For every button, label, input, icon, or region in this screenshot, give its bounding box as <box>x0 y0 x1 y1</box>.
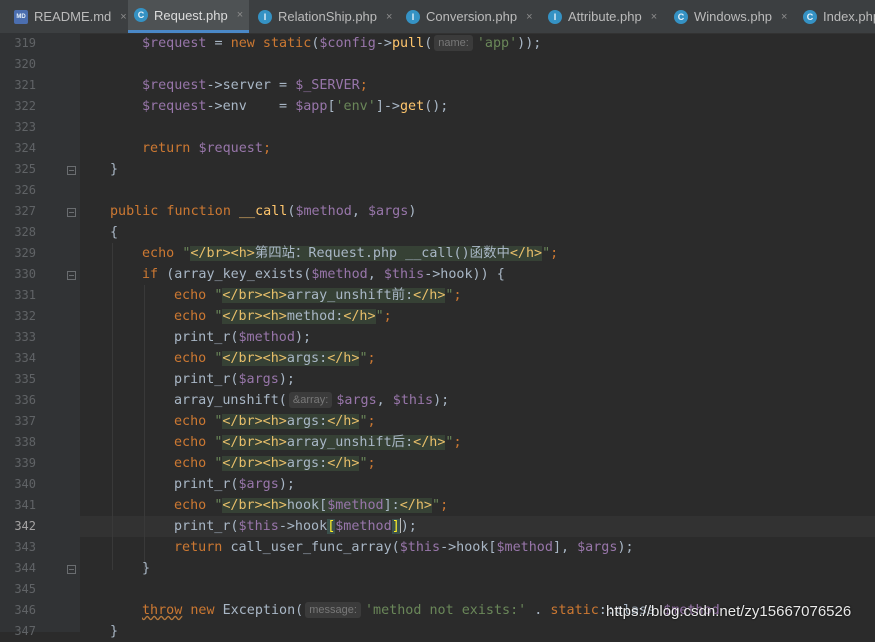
line-number: 343 <box>14 540 36 554</box>
close-icon[interactable]: × <box>237 9 243 21</box>
code-line-329[interactable]: echo "</br><h>第四站：Request.php __call()函数… <box>142 243 558 264</box>
line-number: 319 <box>14 36 36 50</box>
tab-relationship-php[interactable]: I RelationShip.php × <box>252 0 398 33</box>
fold-toggle-icon[interactable] <box>67 565 76 574</box>
matched-bracket: ] <box>391 519 400 534</box>
line-number: 333 <box>14 330 36 344</box>
code-line-333[interactable]: print_r($method); <box>174 327 311 348</box>
close-icon[interactable]: × <box>651 11 657 23</box>
close-icon[interactable]: × <box>120 11 126 23</box>
code-line-342[interactable]: print_r($this->hook[$method]); <box>174 516 417 537</box>
interface-file-icon: I <box>548 9 562 24</box>
tab-index-php[interactable]: C Index.php <box>797 0 875 33</box>
line-number: 324 <box>14 141 36 155</box>
interface-file-icon: I <box>258 9 272 24</box>
tab-attribute-php[interactable]: I Attribute.php × <box>542 0 663 33</box>
tab-label: README.md <box>34 9 112 24</box>
tab-label: Index.php <box>823 9 875 24</box>
class-file-icon: C <box>134 8 148 22</box>
line-number: 342 <box>14 519 36 533</box>
line-number: 344 <box>14 561 36 575</box>
class-file-icon: C <box>803 9 817 24</box>
code-line-340[interactable]: print_r($args); <box>174 474 295 495</box>
line-number: 331 <box>14 288 36 302</box>
tab-windows-php[interactable]: C Windows.php × <box>668 0 793 33</box>
line-number: 326 <box>14 183 36 197</box>
code-line-337[interactable]: echo "</br><h>args:</h>"; <box>174 411 376 432</box>
tab-label: Conversion.php <box>426 9 518 24</box>
code-line-327[interactable]: public function __call($method, $args) <box>110 201 416 222</box>
code-line-336[interactable]: array_unshift(&array: $args, $this); <box>174 390 449 411</box>
line-number: 330 <box>14 267 36 281</box>
tab-request-php[interactable]: C Request.php × <box>128 0 250 33</box>
line-number: 329 <box>14 246 36 260</box>
code-line-339[interactable]: echo "</br><h>args:</h>"; <box>174 453 376 474</box>
line-number: 320 <box>14 57 36 71</box>
fold-toggle-icon[interactable] <box>67 271 76 280</box>
line-number: 325 <box>14 162 36 176</box>
line-number: 340 <box>14 477 36 491</box>
watermark: https://blog.csdn.net/zy15667076526 <box>606 603 852 620</box>
line-number: 339 <box>14 456 36 470</box>
code-line-328[interactable]: { <box>110 222 118 243</box>
line-number: 336 <box>14 393 36 407</box>
code-line-319[interactable]: $request = new static($config->pull(name… <box>142 33 541 54</box>
close-icon[interactable]: × <box>526 11 532 23</box>
code-line-344[interactable]: } <box>142 558 150 579</box>
tab-readme-md[interactable]: MD README.md × <box>8 0 133 33</box>
line-number: 328 <box>14 225 36 239</box>
param-hint: message: <box>305 602 361 618</box>
tab-conversion-php[interactable]: I Conversion.php × <box>400 0 539 33</box>
close-icon[interactable]: × <box>781 11 787 23</box>
line-number: 338 <box>14 435 36 449</box>
line-number: 335 <box>14 372 36 386</box>
markdown-file-icon: MD <box>14 9 28 24</box>
code-line-332[interactable]: echo "</br><h>method:</h>"; <box>174 306 392 327</box>
close-icon[interactable]: × <box>386 11 392 23</box>
code-line-324[interactable]: return $request; <box>142 138 271 159</box>
fold-toggle-icon[interactable] <box>67 208 76 217</box>
code-line-321[interactable]: $request->server = $_SERVER; <box>142 75 368 96</box>
tab-label: Request.php <box>154 7 228 23</box>
line-number: 334 <box>14 351 36 365</box>
code-line-338[interactable]: echo "</br><h>array_unshift后:</h>"; <box>174 432 462 453</box>
editor-tab-bar: MD README.md × C Request.php × I RelationShip.p… <box>0 0 875 34</box>
line-number: 346 <box>14 603 36 617</box>
indent-guide <box>144 285 145 570</box>
code-line-341[interactable]: echo "</br><h>hook[$method]:</h>"; <box>174 495 448 516</box>
class-file-icon: C <box>674 9 688 24</box>
indent-guide <box>112 243 113 570</box>
token: $request <box>142 36 207 51</box>
line-number: 332 <box>14 309 36 323</box>
param-hint: &array: <box>288 392 333 408</box>
line-number: 337 <box>14 414 36 428</box>
line-number: 341 <box>14 498 36 512</box>
code-line-335[interactable]: print_r($args); <box>174 369 295 390</box>
code-line-334[interactable]: echo "</br><h>args:</h>"; <box>174 348 376 369</box>
line-number: 323 <box>14 120 36 134</box>
tab-label: RelationShip.php <box>278 9 378 24</box>
code-line-331[interactable]: echo "</br><h>array_unshift前:</h>"; <box>174 285 462 306</box>
line-number: 345 <box>14 582 36 596</box>
line-number: 327 <box>14 204 36 218</box>
code-line-322[interactable]: $request->env = $app['env']->get(); <box>142 96 448 117</box>
code-line-343[interactable]: return call_user_func_array($this->hook[… <box>174 537 634 558</box>
code-line-325[interactable]: } <box>110 159 118 180</box>
tab-label: Attribute.php <box>568 9 642 24</box>
code-line-330[interactable]: if (array_key_exists($method, $this->hoo… <box>142 264 505 285</box>
interface-file-icon: I <box>406 9 420 24</box>
line-number: 321 <box>14 78 36 92</box>
fold-toggle-icon[interactable] <box>67 166 76 175</box>
tab-label: Windows.php <box>694 9 773 24</box>
param-hint: name: <box>434 35 473 51</box>
line-number: 322 <box>14 99 36 113</box>
